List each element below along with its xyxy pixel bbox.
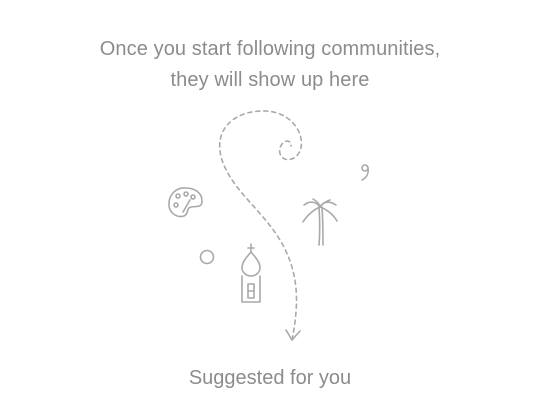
suggested-for-you-heading: Suggested for you (188, 367, 352, 389)
dashed-path-arrow-icon (219, 110, 303, 341)
palette-icon (168, 187, 203, 218)
circle-icon (199, 249, 215, 265)
empty-state-illustration (0, 0, 540, 420)
onion-dome-tower-icon (241, 243, 261, 303)
empty-communities-screen: Once you start following communities, th… (0, 0, 540, 420)
comma-icon (361, 164, 369, 181)
palm-tree-icon (302, 198, 338, 246)
